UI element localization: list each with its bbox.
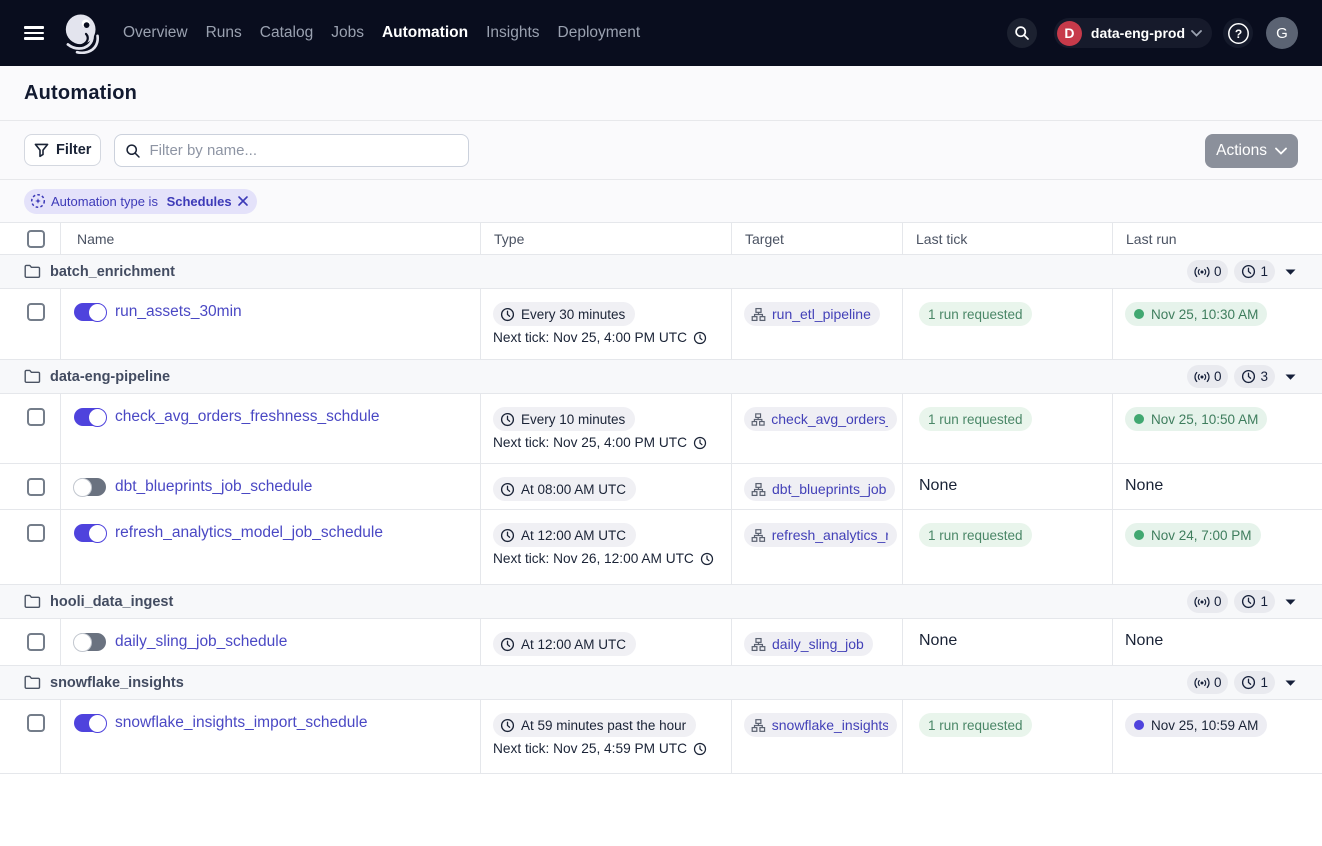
svg-text:?: ? <box>1234 26 1241 40</box>
